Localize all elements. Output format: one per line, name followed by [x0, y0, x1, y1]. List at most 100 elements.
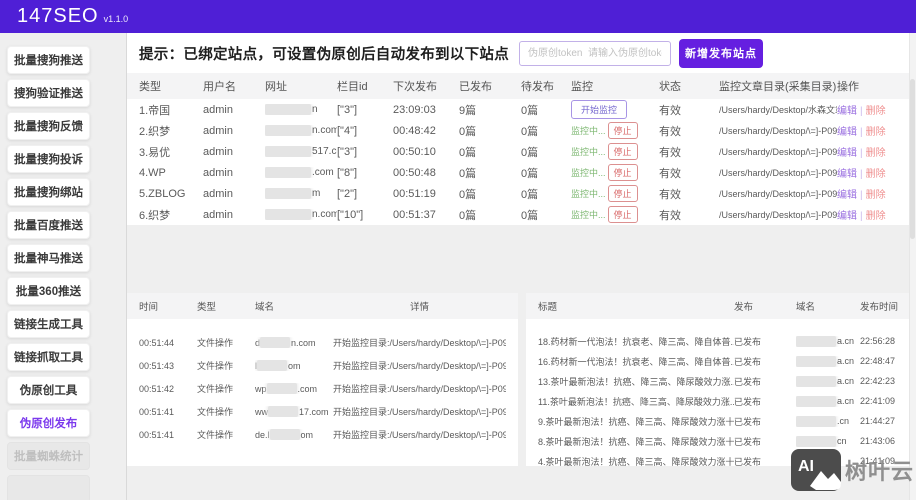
edit-link[interactable]: 编辑	[837, 190, 857, 201]
log-row: 00:51:43 文件操作 l om 开始监控目录:/Users/hardy/De…	[127, 354, 518, 377]
action-divider: |	[860, 190, 863, 201]
site-row: 6.织梦 admin n.com ["10"] 00:51:37 0篇 0篇 监…	[127, 204, 916, 225]
published-count: 9篇	[459, 104, 477, 117]
article-title: 11.茶叶最新泡法！抗癌、降三高、降尿酸效力涨...	[538, 396, 734, 407]
file-operation-log-table: 时间 类型 域名 详情 00:51:44 文件操作 d n.com 开始监控目录:…	[127, 293, 518, 466]
edit-link[interactable]: 编辑	[837, 148, 857, 159]
site-url-suffix: n	[312, 104, 318, 115]
log-domain-suffix: om	[288, 360, 301, 371]
redacted-domain-blur	[260, 337, 291, 348]
log-row: 00:51:44 文件操作 d n.com 开始监控目录:/Users/hardy…	[127, 331, 518, 354]
redacted-domain-blur	[796, 355, 836, 367]
log-table-header: 时间 类型 域名 详情	[127, 293, 518, 319]
col-status: 状态	[659, 81, 681, 93]
col-title: 标题	[538, 302, 558, 313]
site-username: admin	[203, 103, 233, 116]
site-url-suffix: .com	[312, 167, 334, 178]
site-column-id: ["10"]	[337, 208, 364, 221]
site-row: 1.帝国 admin n ["3"] 23:09:03 9篇 0篇 开始监控 有…	[127, 99, 916, 120]
site-column-id: ["3"]	[337, 145, 358, 158]
delete-link[interactable]: 删除	[866, 190, 886, 201]
publish-status: 已发布	[734, 336, 762, 347]
edit-link[interactable]: 编辑	[837, 106, 857, 117]
stop-monitor-button[interactable]: 停止	[607, 164, 638, 181]
pseudo-original-token-input[interactable]	[519, 40, 671, 66]
sidebar-item-batch-shenma-push[interactable]: 批量神马推送	[7, 244, 90, 272]
article-title: 9.茶叶最新泡法！抗癌、降三高、降尿酸效力涨十...	[538, 416, 734, 427]
sidebar-item-link-crawl-tool[interactable]: 链接抓取工具	[7, 343, 90, 371]
sidebar-item-batch-baidu-push[interactable]: 批量百度推送	[7, 211, 90, 239]
action-divider: |	[860, 148, 863, 159]
redacted-url-blur	[265, 209, 311, 220]
log-time: 00:51:42	[139, 383, 175, 394]
published-count: 0篇	[459, 209, 477, 222]
sidebar-item-batch-360-push[interactable]: 批量360推送	[7, 277, 90, 305]
watermark-text: 树叶云	[844, 459, 914, 484]
site-url: m	[265, 188, 337, 199]
action-divider: |	[860, 127, 863, 138]
site-url: 517.com	[265, 146, 337, 157]
next-publish-time: 23:09:03	[393, 103, 436, 116]
sidebar-item-batch-sogou-feedback[interactable]: 批量搜狗反馈	[7, 112, 90, 140]
delete-link[interactable]: 删除	[866, 169, 886, 180]
stop-monitor-button[interactable]: 停止	[607, 185, 638, 202]
publish-domain-suffix: .cn	[837, 416, 850, 426]
sidebar-item-pseudo-original-tool[interactable]: 伪原创工具	[7, 376, 90, 404]
page-layout: 批量搜狗推送 搜狗验证推送 批量搜狗反馈 批量搜狗投诉 批量搜狗绑站 批量百度推…	[0, 33, 916, 500]
sidebar-item-sogou-verify-push[interactable]: 搜狗验证推送	[7, 79, 90, 107]
log-detail: 开始监控目录:/Users/hardy/Desktop/\=]-P09Q1/k.…	[333, 361, 506, 371]
redacted-domain-blur	[796, 435, 836, 447]
site-column-id: ["2"]	[337, 187, 358, 200]
delete-link[interactable]: 删除	[866, 148, 886, 159]
site-url-suffix: m	[312, 188, 321, 199]
sidebar-item-pseudo-original-publish[interactable]: 伪原创发布	[7, 409, 90, 437]
sidebar-item-batch-sogou-complaint[interactable]: 批量搜狗投诉	[7, 145, 90, 173]
scrollbar-thumb[interactable]	[910, 79, 915, 239]
delete-link[interactable]: 删除	[866, 106, 886, 117]
log-domain: ww 17.com	[255, 406, 333, 417]
pending-count: 0篇	[521, 104, 539, 117]
sidebar-item-batch-sogou-push[interactable]: 批量搜狗推送	[7, 46, 90, 74]
sidebar-item-batch-spider-stats: 批量蜘蛛统计	[7, 442, 90, 470]
stop-monitor-button[interactable]: 停止	[607, 122, 638, 139]
start-monitor-button[interactable]: 开始监控	[571, 100, 628, 119]
publish-status: 已发布	[734, 396, 762, 407]
sidebar-item-link-generate-tool[interactable]: 链接生成工具	[7, 310, 90, 338]
stop-monitor-button[interactable]: 停止	[607, 143, 638, 160]
add-publish-site-button[interactable]: 新增发布站点	[679, 38, 763, 68]
redacted-url-blur	[265, 167, 311, 178]
edit-link[interactable]: 编辑	[837, 169, 857, 180]
site-url: n.com	[265, 125, 337, 136]
monitor-dir: /Users/hardy/Desktop/\=]-P09...	[719, 167, 837, 178]
log-time: 00:51:44	[139, 337, 175, 348]
delete-link[interactable]: 删除	[866, 211, 886, 222]
publish-table-body: 18.药材新一代泡法！抗衰老、降三高、降自体普... 已发布 a.cn 22:5…	[526, 319, 916, 466]
site-row: 2.织梦 admin n.com ["4"] 00:48:42 0篇 0篇 监控…	[127, 120, 916, 141]
monitor-cell: 监控中... 停止	[571, 122, 659, 139]
bind-site-hint: 提示：已绑定站点，可设置伪原创后自动发布到以下站点	[139, 46, 509, 63]
col-username: 用户名	[203, 81, 236, 93]
pending-count: 0篇	[521, 209, 539, 222]
vertical-scrollbar[interactable]	[909, 33, 916, 500]
log-time: 00:51:43	[139, 360, 175, 371]
monitor-dir: /Users/hardy/Desktop/\=]-P09...	[719, 125, 837, 136]
published-count: 0篇	[459, 125, 477, 138]
row-actions: 编辑 | 删除	[837, 144, 903, 159]
edit-link[interactable]: 编辑	[837, 211, 857, 222]
site-row: 4.WP admin .com ["8"] 00:50:48 0篇 0篇 监控中…	[127, 162, 916, 183]
delete-link[interactable]: 删除	[866, 127, 886, 138]
site-url-suffix: n.com	[312, 209, 337, 220]
next-publish-time: 00:48:42	[393, 124, 436, 137]
main-content: 提示：已绑定站点，可设置伪原创后自动发布到以下站点 新增发布站点 类型 用户名 …	[127, 33, 916, 500]
publish-domain-suffix: a.cn	[837, 336, 855, 346]
site-url-suffix: 517.com	[312, 146, 337, 157]
col-publish-time: 发布时间	[860, 302, 899, 313]
log-type: 文件操作	[197, 430, 234, 440]
publish-domain: a.cn	[796, 335, 860, 347]
monitoring-status: 监控中... 停止	[571, 185, 638, 202]
edit-link[interactable]: 编辑	[837, 127, 857, 138]
site-username: admin	[203, 187, 233, 200]
sidebar-item-batch-sogou-bind-site[interactable]: 批量搜狗绑站	[7, 178, 90, 206]
stop-monitor-button[interactable]: 停止	[607, 206, 638, 223]
next-publish-time: 00:50:10	[393, 145, 436, 158]
